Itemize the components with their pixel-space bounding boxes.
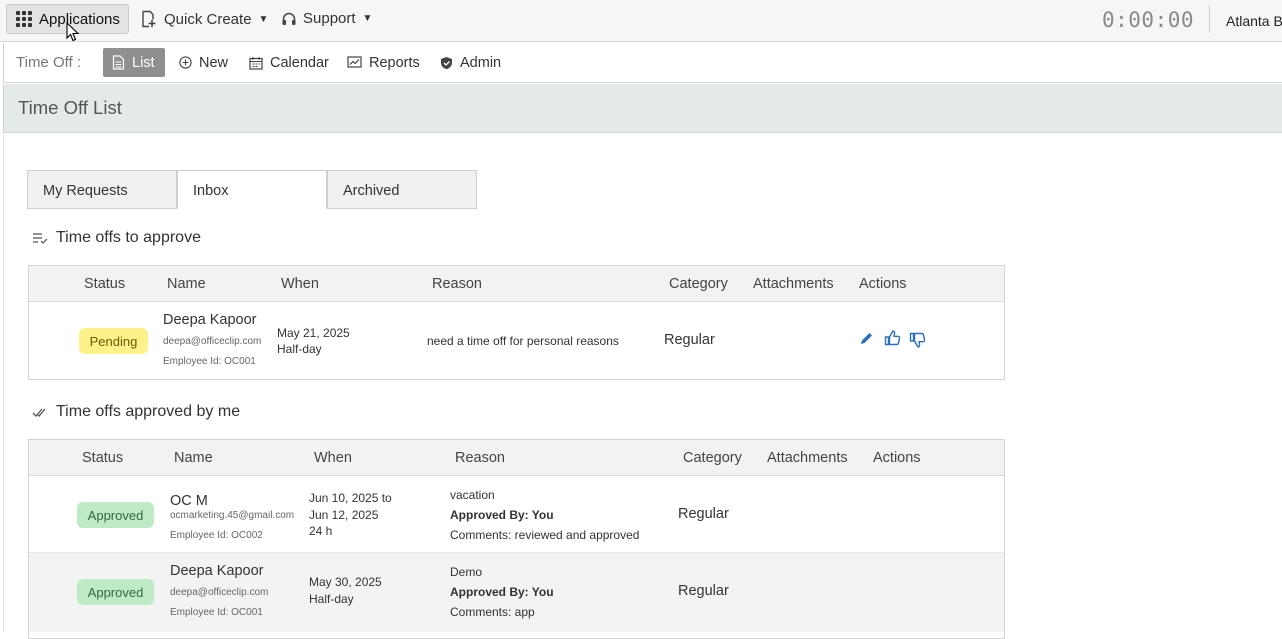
- mouse-cursor-icon: [66, 22, 80, 42]
- column-header-category: Category: [683, 450, 742, 466]
- status-badge: Approved: [77, 579, 154, 605]
- section-to-approve-title: Time offs to approve: [32, 229, 201, 247]
- table-header: Status Name When Reason Category Attachm…: [29, 266, 1004, 302]
- module-title: Time Off :: [16, 54, 82, 71]
- status-badge: Pending: [79, 328, 148, 354]
- employee-name[interactable]: Deepa Kapoor: [163, 312, 257, 328]
- nav-admin[interactable]: Admin: [431, 48, 510, 77]
- apps-grid-icon: [16, 10, 33, 28]
- employee-email: ocmarketing.45@gmail.com: [170, 510, 295, 521]
- list-check-icon: [33, 233, 48, 244]
- column-header-status: Status: [84, 276, 126, 292]
- employee-name[interactable]: OC M: [170, 493, 208, 509]
- when-date: May 21, 2025: [277, 326, 350, 340]
- quick-create-menu[interactable]: Quick Create ▼: [140, 10, 268, 28]
- section-approved-label: Time offs approved by me: [56, 403, 241, 420]
- approved-by-text: Approved By: You: [450, 585, 554, 599]
- quick-create-label: Quick Create: [164, 10, 252, 28]
- to-approve-table: Status Name When Reason Category Attachm…: [28, 265, 1005, 380]
- column-header-attachments: Attachments: [767, 450, 848, 466]
- shield-icon: [441, 56, 452, 69]
- reason-text: Demo: [450, 565, 483, 579]
- page-header: Time Off List: [3, 84, 1282, 133]
- content-left-border: [3, 133, 4, 632]
- when-duration: Half-day: [277, 342, 322, 356]
- thumbs-down-icon[interactable]: [909, 332, 926, 349]
- category-text: Regular: [678, 506, 729, 522]
- comments-text: Comments: reviewed and approved: [450, 528, 640, 542]
- section-approved-title: Time offs approved by me: [32, 403, 240, 421]
- chart-icon: [347, 56, 362, 68]
- nav-list[interactable]: List: [103, 48, 165, 77]
- document-icon: [112, 55, 125, 70]
- nav-reports[interactable]: Reports: [338, 48, 429, 77]
- time-off-subnav: Time Off : List New Calendar Reports Adm…: [3, 43, 1282, 83]
- reason-text: need a time off for personal reasons: [427, 334, 619, 348]
- double-check-icon: [32, 408, 46, 417]
- calendar-icon: [249, 56, 263, 70]
- employee-id: Employee Id: OC001: [170, 607, 263, 618]
- divider: [1209, 5, 1210, 33]
- column-header-actions: Actions: [873, 450, 921, 466]
- tab-my-requests[interactable]: My Requests: [27, 170, 177, 209]
- top-bar: Applications Quick Create ▼ Support ▼ 0:…: [0, 0, 1282, 42]
- nav-calendar[interactable]: Calendar: [240, 48, 338, 77]
- column-header-category: Category: [669, 276, 728, 292]
- thumbs-up-icon[interactable]: [884, 329, 901, 346]
- nav-new-label: New: [199, 54, 229, 71]
- tab-archived[interactable]: Archived: [327, 170, 477, 209]
- when-date: May 30, 2025: [309, 575, 382, 589]
- column-header-when: When: [281, 276, 319, 292]
- when-duration: 24 h: [309, 524, 333, 538]
- approved-by-text: Approved By: You: [450, 508, 554, 522]
- section-to-approve-label: Time offs to approve: [56, 229, 201, 246]
- timer-display[interactable]: 0:00:00: [1102, 8, 1194, 32]
- nav-list-label: List: [132, 54, 155, 71]
- column-header-status: Status: [82, 450, 124, 466]
- employee-id: Employee Id: OC002: [170, 530, 263, 541]
- when-date-end: Jun 12, 2025: [309, 508, 379, 522]
- new-document-icon: [142, 10, 156, 28]
- plus-circle-icon: [179, 56, 192, 69]
- chevron-down-icon: ▼: [258, 13, 269, 25]
- comments-text: Comments: app: [450, 605, 535, 619]
- column-header-reason: Reason: [432, 276, 482, 292]
- table-header: Status Name When Reason Category Attachm…: [29, 440, 1004, 476]
- employee-id: Employee Id: OC001: [163, 356, 256, 367]
- category-text: Regular: [664, 332, 715, 348]
- headset-icon: [282, 12, 296, 25]
- page-title: Time Off List: [18, 97, 122, 118]
- nav-reports-label: Reports: [369, 54, 420, 71]
- reason-text: vacation: [450, 488, 495, 502]
- column-header-actions: Actions: [859, 276, 907, 292]
- column-header-name: Name: [167, 276, 206, 292]
- tab-inbox[interactable]: Inbox: [177, 170, 327, 209]
- nav-admin-label: Admin: [460, 54, 502, 71]
- table-row: Approved Deepa Kapoor deepa@officeclip.c…: [29, 553, 1004, 632]
- column-header-reason: Reason: [455, 450, 505, 466]
- nav-new[interactable]: New: [170, 48, 237, 77]
- column-header-name: Name: [174, 450, 213, 466]
- support-menu[interactable]: Support ▼: [281, 10, 372, 27]
- approved-table: Status Name When Reason Category Attachm…: [28, 439, 1005, 639]
- support-label: Support: [303, 10, 356, 27]
- employee-email: deepa@officeclip.com: [163, 336, 262, 347]
- column-header-when: When: [314, 450, 352, 466]
- column-header-attachments: Attachments: [753, 276, 834, 292]
- when-date-start: Jun 10, 2025 to: [309, 491, 392, 505]
- when-duration: Half-day: [309, 592, 354, 606]
- category-text: Regular: [678, 583, 729, 599]
- table-row: Pending Deepa Kapoor deepa@officeclip.co…: [29, 302, 1004, 379]
- employee-email: deepa@officeclip.com: [170, 587, 269, 598]
- chevron-down-icon: ▼: [362, 13, 373, 24]
- status-badge: Approved: [77, 502, 154, 528]
- employee-name[interactable]: Deepa Kapoor: [170, 563, 264, 579]
- edit-pencil-icon[interactable]: [859, 331, 874, 346]
- table-row: Approved OC M ocmarketing.45@gmail.com E…: [29, 476, 1004, 553]
- company-name[interactable]: Atlanta B: [1226, 13, 1282, 29]
- nav-calendar-label: Calendar: [270, 54, 329, 71]
